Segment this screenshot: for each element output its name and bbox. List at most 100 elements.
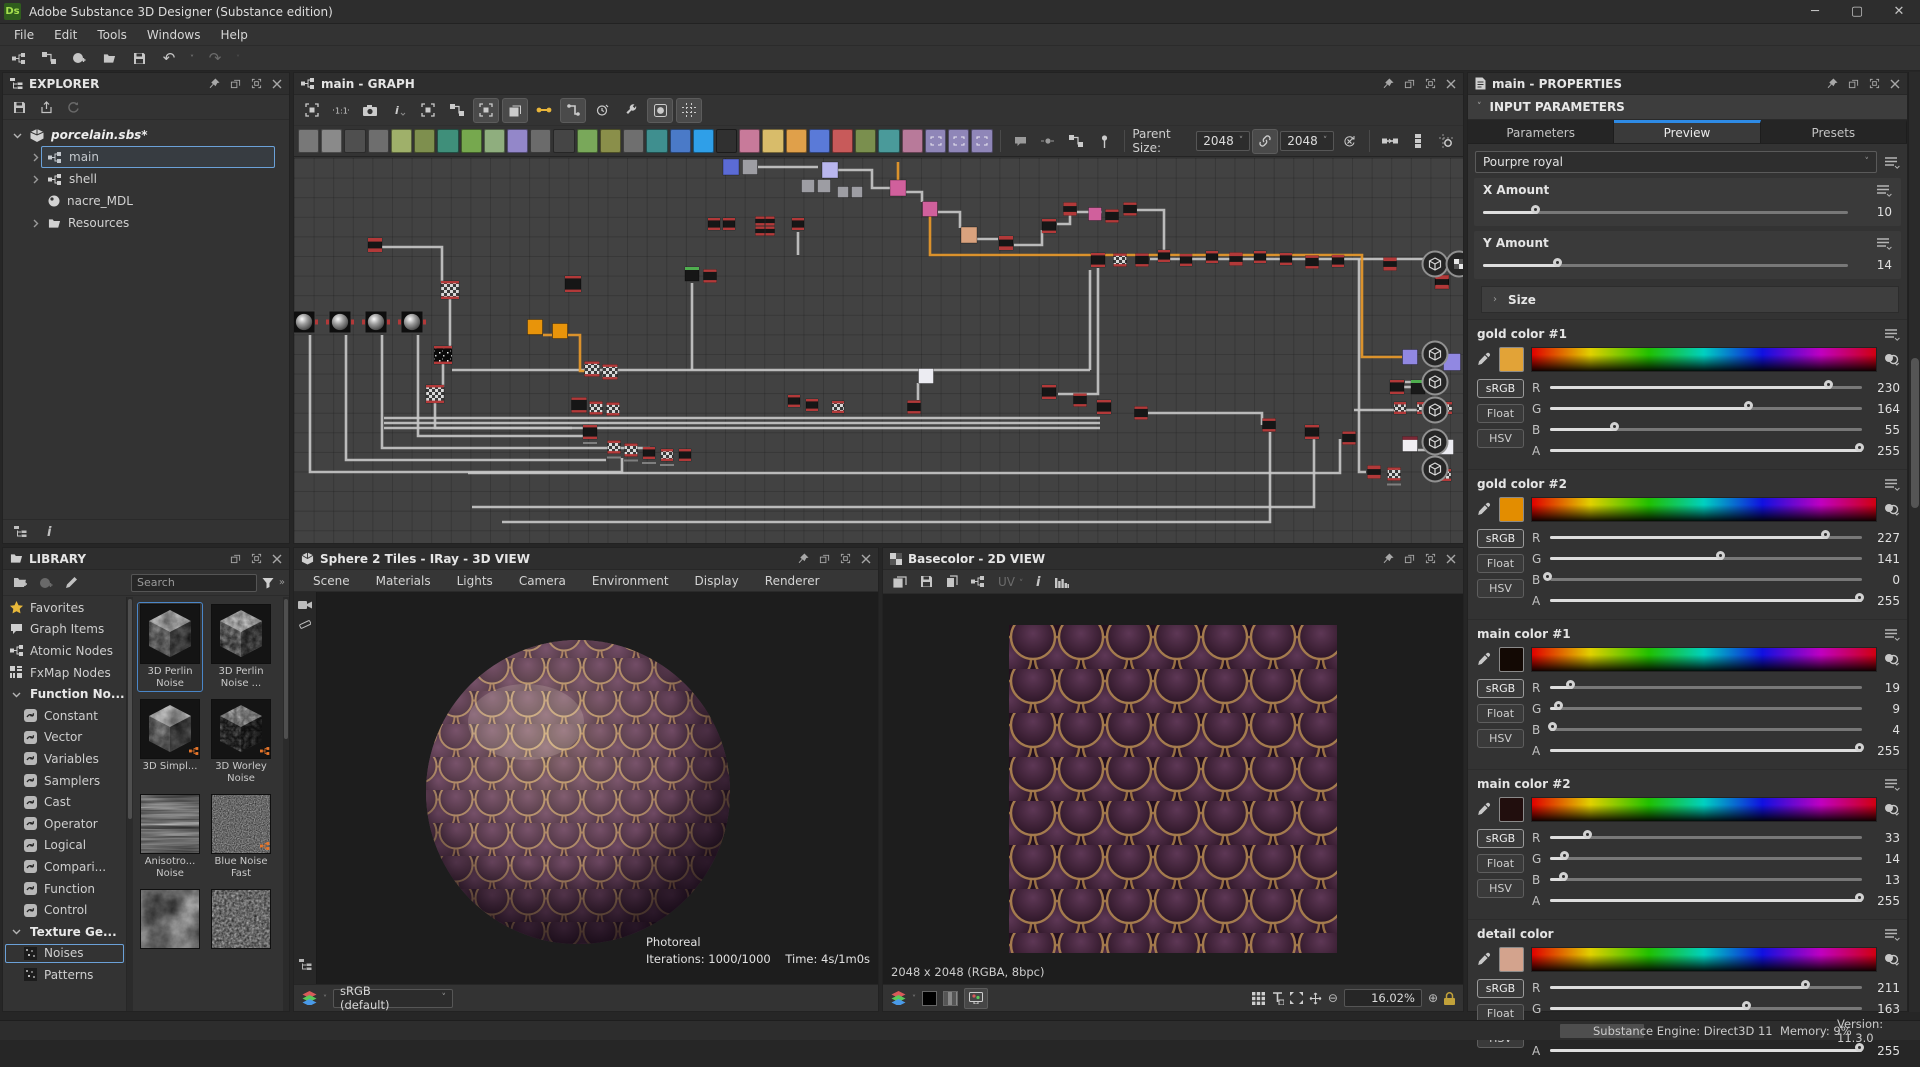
channel-slider-a[interactable] <box>1550 444 1862 457</box>
save-all-button[interactable] <box>126 47 152 69</box>
parameter-menu-icon[interactable] <box>1885 628 1900 641</box>
histogram-icon[interactable] <box>1055 576 1069 588</box>
library-item-3d-perlin-noise[interactable]: 3D Perlin Noise <box>137 602 203 692</box>
graph-canvas[interactable] <box>294 158 1463 543</box>
palette-node-0[interactable] <box>298 129 319 153</box>
library-item-3d-worley-noise[interactable]: 3D Worley Noise <box>208 697 274 787</box>
zoom-level-input[interactable]: 16.02% <box>1344 989 1422 1007</box>
channel-value[interactable]: 19 <box>1870 681 1900 695</box>
copy-image-icon[interactable] <box>946 575 958 588</box>
tree-view-icon[interactable] <box>14 526 27 538</box>
palette-node-8[interactable] <box>484 129 505 153</box>
graph-node[interactable] <box>704 270 717 283</box>
channel-value[interactable]: 4 <box>1870 723 1900 737</box>
graph-node[interactable] <box>788 395 800 407</box>
properties-scrollbar[interactable] <box>1908 72 1920 1012</box>
preset-select[interactable]: Pourpre royal ˅ <box>1475 151 1877 173</box>
library-category-logical[interactable]: Logical <box>3 835 126 857</box>
reload-icon[interactable] <box>67 101 80 114</box>
new-link-button[interactable] <box>36 47 62 69</box>
graph-node[interactable] <box>822 162 838 178</box>
parameter-menu-icon[interactable] <box>1885 328 1900 341</box>
palette-node-28[interactable] <box>948 129 969 153</box>
graph-node[interactable] <box>1403 437 1418 452</box>
info-icon[interactable]: i <box>47 525 53 538</box>
slider-node-icon[interactable] <box>1035 129 1061 154</box>
graph-node[interactable] <box>923 202 938 217</box>
graph-node[interactable] <box>708 218 720 230</box>
palette-node-19[interactable] <box>739 129 760 153</box>
palette-node-3[interactable] <box>368 129 389 153</box>
graph-node[interactable] <box>1387 468 1401 486</box>
edit-icon[interactable] <box>65 576 78 589</box>
graph-node[interactable] <box>362 311 390 333</box>
graph-node[interactable] <box>1254 251 1266 263</box>
join-nodes-icon[interactable] <box>1377 129 1403 154</box>
channel-value[interactable]: 255 <box>1870 1044 1900 1058</box>
library-item-item[interactable] <box>208 887 274 977</box>
view3d-menu-display[interactable]: Display <box>682 574 752 588</box>
view3d-viewport[interactable]: Photoreal Iterations: 1000/1000 Time: 4s… <box>294 592 878 984</box>
panel-pin-icon[interactable] <box>1383 553 1394 564</box>
panel-pin-icon[interactable] <box>1827 78 1838 89</box>
color-swatch[interactable] <box>1499 947 1524 972</box>
panel-close-icon[interactable] <box>1890 79 1900 89</box>
palette-node-29[interactable] <box>971 129 992 153</box>
graph-node[interactable] <box>1158 250 1170 262</box>
channel-value[interactable]: 9 <box>1870 702 1900 716</box>
redo-button[interactable]: ↷ <box>202 47 228 69</box>
redo-caret-icon[interactable]: ˅ <box>232 54 244 63</box>
panel-max-icon[interactable] <box>840 553 851 564</box>
channel-value[interactable]: 230 <box>1870 381 1900 395</box>
graph-node[interactable] <box>553 324 568 339</box>
palette-node-12[interactable] <box>577 129 598 153</box>
library-category-vector[interactable]: Vector <box>3 727 126 749</box>
palette-node-5[interactable] <box>414 129 435 153</box>
undo-button[interactable]: ↶ <box>156 47 182 69</box>
channel-slider-a[interactable] <box>1550 894 1862 907</box>
library-category-control[interactable]: Control <box>3 899 126 921</box>
mode-button-hsv[interactable]: HSV <box>1477 729 1524 748</box>
size-section[interactable]: › Size <box>1481 286 1899 313</box>
channel-value[interactable]: 13 <box>1870 873 1900 887</box>
graph-node[interactable] <box>723 159 739 175</box>
library-category-fxmap-nodes[interactable]: FxMap Nodes <box>3 662 126 684</box>
graph-node[interactable] <box>838 187 849 198</box>
channel-value[interactable]: 0 <box>1870 573 1900 587</box>
linked-node-icon[interactable] <box>971 576 985 587</box>
view3d-menu-materials[interactable]: Materials <box>363 574 444 588</box>
tab-presets[interactable]: Presets <box>1761 120 1907 143</box>
input-parameters-section[interactable]: ˅ INPUT PARAMETERS <box>1468 95 1907 120</box>
channel-value[interactable]: 33 <box>1870 831 1900 845</box>
palette-node-25[interactable] <box>878 129 899 153</box>
channel-slider-r[interactable] <box>1550 381 1862 394</box>
graph-node[interactable] <box>326 311 354 333</box>
background-swatch[interactable] <box>922 991 937 1006</box>
graph-node[interactable] <box>1436 276 1449 289</box>
explorer-item-resources[interactable]: Resources <box>3 212 289 234</box>
library-category-function-no[interactable]: Function No... <box>3 683 126 705</box>
uv-toggle[interactable]: UV ˅ <box>998 575 1023 589</box>
colorspace-select[interactable]: sRGB (default)˅ <box>333 989 453 1008</box>
library-item-blue-noise-fast[interactable]: Blue Noise Fast <box>208 792 274 882</box>
save-icon[interactable] <box>13 101 26 114</box>
open-file-button[interactable] <box>96 47 122 69</box>
channel-slider-a[interactable] <box>1550 744 1862 757</box>
graph-node[interactable] <box>1097 400 1111 414</box>
graph-node[interactable] <box>660 449 674 466</box>
library-category-variables[interactable]: Variables <box>3 748 126 770</box>
library-item-3d-simpl[interactable]: 3D Simpl... <box>137 697 203 787</box>
hue-gradient-bar[interactable] <box>1531 797 1877 822</box>
graph-node[interactable] <box>1368 466 1381 479</box>
graph-node[interactable] <box>1305 425 1319 439</box>
channel-slider-g[interactable] <box>1550 1002 1862 1015</box>
channel-slider-g[interactable] <box>1550 852 1862 865</box>
mode-button-srgb[interactable]: sRGB <box>1477 679 1524 698</box>
panel-float-icon[interactable] <box>230 78 241 89</box>
graph-node[interactable] <box>1089 208 1102 221</box>
graph-output-node[interactable] <box>1423 430 1448 455</box>
panel-max-icon[interactable] <box>1869 78 1880 89</box>
pin-node-icon[interactable] <box>1091 129 1117 154</box>
panel-close-icon[interactable] <box>1446 554 1456 564</box>
view3d-menu-environment[interactable]: Environment <box>579 574 682 588</box>
